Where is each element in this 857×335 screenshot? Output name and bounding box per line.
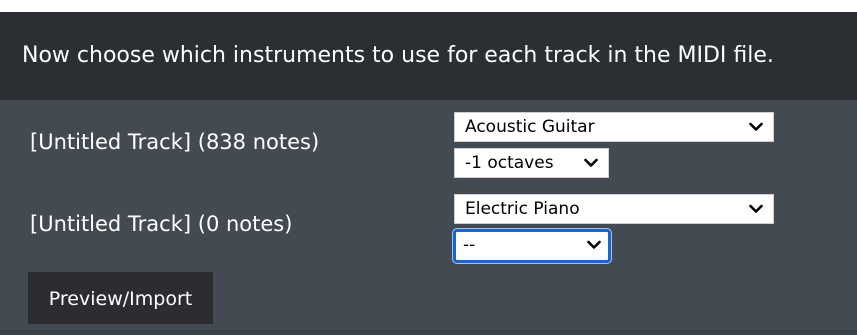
octave-select-track-1[interactable]: -1 octaves	[454, 148, 609, 178]
chevron-down-icon	[587, 240, 601, 249]
octave-select-track-2[interactable]: --	[453, 229, 611, 263]
instruction-header: Now choose which instruments to use for …	[0, 12, 857, 100]
preview-import-button[interactable]: Preview/Import	[28, 272, 213, 324]
track-label-1: [Untitled Track] (838 notes)	[30, 130, 320, 154]
chevron-down-icon	[749, 122, 763, 131]
chevron-down-icon	[749, 204, 763, 213]
instruction-text: Now choose which instruments to use for …	[22, 43, 774, 68]
octave-select-value: -1 octaves	[465, 153, 554, 173]
chevron-down-icon	[584, 158, 598, 167]
instrument-select-track-2[interactable]: Electric Piano	[454, 194, 774, 224]
instrument-select-value: Acoustic Guitar	[465, 117, 595, 137]
instrument-select-value: Electric Piano	[465, 199, 580, 219]
octave-select-value: --	[463, 235, 476, 255]
track-label-2: [Untitled Track] (0 notes)	[30, 212, 293, 236]
instrument-select-track-1[interactable]: Acoustic Guitar	[454, 112, 774, 142]
